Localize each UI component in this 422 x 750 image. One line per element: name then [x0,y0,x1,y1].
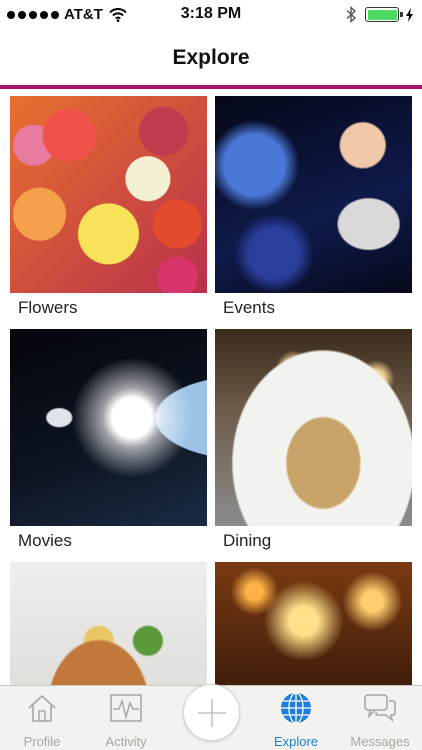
bluetooth-icon [346,6,357,23]
house-icon [28,694,56,722]
category-tile-concerts[interactable] [215,555,412,685]
plus-icon [197,698,226,727]
category-tile-dining[interactable]: Dining [215,322,412,550]
takeout-noodles-photo [10,562,207,685]
status-right [345,6,414,23]
category-tile-food[interactable] [10,555,207,685]
tab-explore[interactable]: Explore [254,686,338,750]
page-title: Explore [172,45,250,69]
tab-label: Messages [350,734,410,749]
tab-activity[interactable]: Activity [84,686,168,750]
battery-icon [365,7,403,22]
tab-bar: Profile Activity Explore Messages [0,684,422,750]
battery-fill [367,9,397,20]
concert-crowd-photo [215,562,412,685]
tile-label: Flowers [18,298,78,317]
tab-label: Profile [23,734,61,749]
globe-icon [281,692,311,724]
category-tile-movies[interactable]: Movies [10,322,207,550]
category-tile-flowers[interactable]: Flowers [10,89,207,317]
woman-cocktail-photo [215,96,412,293]
tab-messages[interactable]: Messages [338,686,422,750]
charging-bolt-icon [406,7,413,22]
tab-label: Activity [105,734,147,749]
pulse-chart-icon [110,694,142,722]
tile-label: Events [223,298,275,317]
tab-profile[interactable]: Profile [0,686,84,750]
tile-label: Movies [18,531,72,550]
roses-photo [10,96,207,293]
nav-bar: Explore [0,30,422,85]
category-grid: Flowers Events Movies Dining [0,89,422,685]
astronaut-space-photo [10,329,207,526]
tile-label: Dining [223,531,272,550]
chat-bubbles-icon [364,694,396,723]
add-button[interactable] [183,684,240,741]
status-bar: AT&T 3:18 PM [0,0,422,30]
tab-label: Explore [273,734,319,749]
plated-dish-photo [215,329,412,526]
category-tile-events[interactable]: Events [215,89,412,317]
